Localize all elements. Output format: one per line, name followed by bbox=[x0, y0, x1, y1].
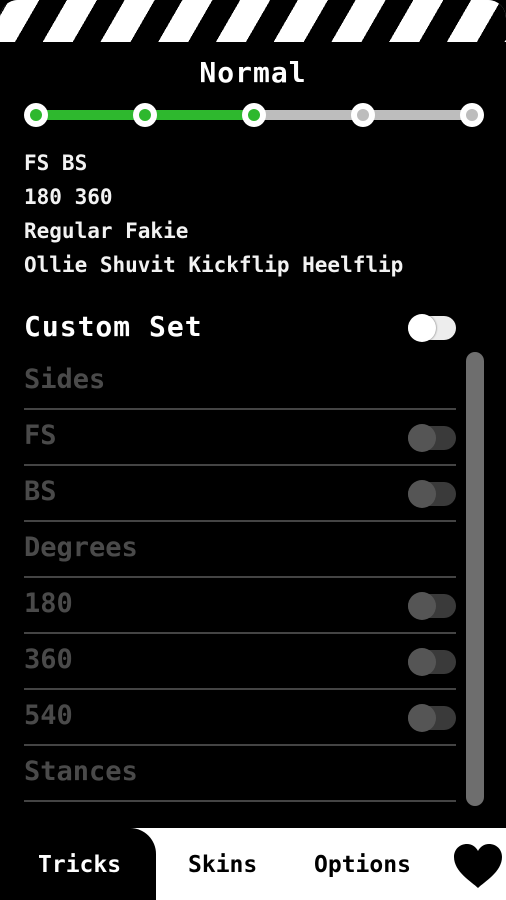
option-toggle[interactable] bbox=[408, 592, 456, 620]
option-toggle[interactable] bbox=[408, 704, 456, 732]
section-header: Stances bbox=[24, 746, 456, 802]
difficulty-slider[interactable] bbox=[24, 100, 484, 130]
heart-icon[interactable] bbox=[452, 842, 504, 890]
custom-set-toggle[interactable] bbox=[408, 314, 456, 342]
summary-line-degrees: 180 360 bbox=[24, 185, 113, 209]
option-label: BS bbox=[24, 476, 57, 507]
option-label: FS bbox=[24, 420, 57, 451]
app-screen: Normal FS BS 180 360 Regular Fakie Ollie… bbox=[0, 0, 506, 900]
section-header-label: Sides bbox=[24, 364, 106, 395]
option-row[interactable]: 360 bbox=[24, 634, 456, 690]
option-label: 540 bbox=[24, 700, 73, 731]
options-list: Sides FS BS Degrees 180 360 540 Stances bbox=[24, 354, 456, 806]
tab-options[interactable]: Options bbox=[314, 852, 411, 878]
summary-line-stances: Regular Fakie bbox=[24, 219, 189, 243]
clapperboard-stripes bbox=[0, 0, 506, 46]
section-header-label: Degrees bbox=[24, 532, 138, 563]
option-label: 180 bbox=[24, 588, 73, 619]
option-row[interactable]: 540 bbox=[24, 690, 456, 746]
custom-set-row: Custom Set bbox=[24, 310, 456, 350]
section-header-label: Stances bbox=[24, 756, 138, 787]
difficulty-stop[interactable] bbox=[242, 103, 266, 127]
section-header: Degrees bbox=[24, 522, 456, 578]
option-row[interactable]: 180 bbox=[24, 578, 456, 634]
tab-tricks[interactable]: Tricks bbox=[38, 852, 121, 878]
difficulty-title: Normal bbox=[199, 56, 307, 89]
scrollbar[interactable] bbox=[466, 352, 484, 806]
custom-set-label: Custom Set bbox=[24, 310, 203, 343]
option-toggle[interactable] bbox=[408, 480, 456, 508]
option-toggle[interactable] bbox=[408, 424, 456, 452]
difficulty-stop[interactable] bbox=[133, 103, 157, 127]
difficulty-stop[interactable] bbox=[351, 103, 375, 127]
difficulty-stop[interactable] bbox=[460, 103, 484, 127]
option-row[interactable]: FS bbox=[24, 410, 456, 466]
option-label: 360 bbox=[24, 644, 73, 675]
summary-line-tricks: Ollie Shuvit Kickflip Heelflip bbox=[24, 253, 404, 277]
clapperboard-header bbox=[0, 0, 506, 46]
option-toggle[interactable] bbox=[408, 648, 456, 676]
trick-summary: FS BS 180 360 Regular Fakie Ollie Shuvit… bbox=[24, 146, 494, 282]
option-row[interactable]: BS bbox=[24, 466, 456, 522]
summary-line-sides: FS BS bbox=[24, 151, 88, 175]
section-header: Sides bbox=[24, 354, 456, 410]
difficulty-stop[interactable] bbox=[24, 103, 48, 127]
tab-skins[interactable]: Skins bbox=[188, 852, 257, 878]
